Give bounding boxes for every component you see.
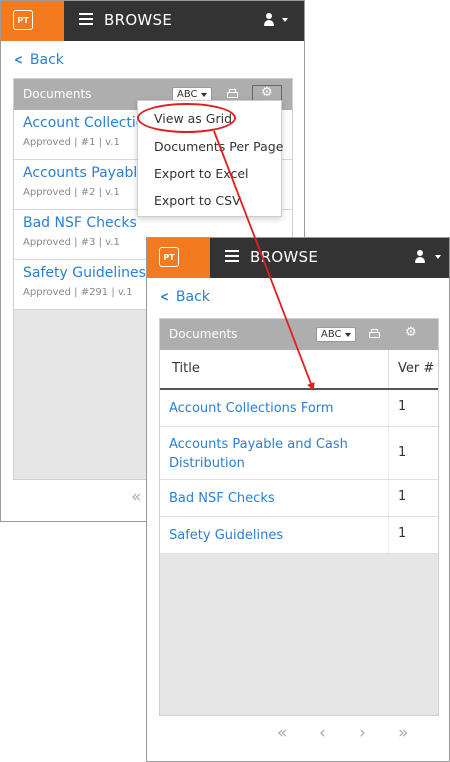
cell-title[interactable]: Bad NSF Checks (169, 489, 275, 508)
page-title: BROWSE (250, 248, 319, 266)
menu-item-documents-per-page[interactable]: Documents Per Page (154, 139, 283, 154)
highlight-ellipse (137, 103, 236, 133)
sort-button[interactable]: ABC (316, 327, 356, 342)
document-meta: Approved | #291 | v.1 (23, 287, 133, 298)
menu-item-export-csv[interactable]: Export to CSV (154, 193, 241, 208)
chevron-left-icon: < (160, 289, 169, 305)
top-navbar: PT BROWSE (147, 238, 449, 278)
chevron-left-icon: < (14, 52, 23, 68)
caret-down-icon (344, 332, 351, 337)
next-page-button[interactable]: › (359, 723, 366, 743)
grid-view-screen: PT BROWSE < Back Documents ABC ⚙ Title V… (146, 237, 450, 762)
grid-header-row: Title Ver # (160, 350, 438, 390)
back-label: Back (175, 289, 210, 305)
caret-down-icon (200, 92, 207, 97)
column-header-version[interactable]: Ver # (398, 361, 434, 376)
cell-version: 1 (398, 526, 407, 541)
sort-label: ABC (321, 329, 342, 340)
document-meta: Approved | #2 | v.1 (23, 187, 120, 198)
table-row[interactable]: Accounts Payable and Cash Distribution 1 (160, 427, 438, 480)
column-header-title[interactable]: Title (172, 361, 200, 376)
hamburger-menu-icon[interactable] (225, 250, 239, 262)
hamburger-menu-icon[interactable] (79, 13, 93, 25)
print-icon[interactable] (227, 89, 238, 99)
table-row[interactable]: Bad NSF Checks 1 (160, 480, 438, 517)
cell-title[interactable]: Accounts Payable and Cash Distribution (169, 435, 369, 473)
first-page-button[interactable]: « (131, 487, 141, 507)
user-icon[interactable] (264, 13, 274, 26)
first-page-button[interactable]: « (277, 723, 287, 743)
user-menu-caret-icon[interactable] (282, 18, 288, 22)
gear-icon: ⚙ (261, 85, 273, 100)
panel-header: Documents ABC ⚙ (160, 319, 438, 350)
document-title[interactable]: Safety Guidelines (23, 265, 146, 281)
table-row[interactable]: Account Collections Form 1 (160, 390, 438, 427)
cell-title[interactable]: Safety Guidelines (169, 526, 283, 545)
panel-title: Documents (23, 87, 92, 101)
menu-item-export-excel[interactable]: Export to Excel (154, 166, 249, 181)
back-label: Back (29, 52, 64, 68)
panel-title: Documents (169, 327, 238, 341)
document-meta: Approved | #3 | v.1 (23, 237, 120, 248)
cell-version: 1 (398, 445, 407, 460)
back-link[interactable]: < Back (13, 52, 64, 68)
user-menu-caret-icon[interactable] (435, 255, 441, 259)
back-link[interactable]: < Back (159, 289, 210, 305)
logo[interactable]: PT (1, 1, 64, 41)
page-title: BROWSE (104, 11, 173, 29)
sort-label: ABC (177, 89, 198, 100)
top-navbar: PT BROWSE (1, 1, 304, 41)
document-title[interactable]: Bad NSF Checks (23, 215, 137, 231)
user-icon[interactable] (415, 250, 425, 263)
cell-title[interactable]: Account Collections Form (169, 399, 334, 418)
documents-panel: Documents ABC ⚙ Title Ver # Account Coll… (159, 318, 439, 716)
logo[interactable]: PT (147, 238, 210, 278)
logo-text: PT (13, 10, 33, 30)
document-meta: Approved | #1 | v.1 (23, 137, 120, 148)
cell-version: 1 (398, 489, 407, 504)
print-icon[interactable] (369, 329, 380, 339)
last-page-button[interactable]: » (398, 723, 408, 743)
logo-text: PT (159, 247, 179, 267)
table-row[interactable]: Safety Guidelines 1 (160, 517, 438, 554)
prev-page-button[interactable]: ‹ (319, 723, 326, 743)
cell-version: 1 (398, 399, 407, 414)
gear-icon[interactable]: ⚙ (405, 326, 417, 339)
